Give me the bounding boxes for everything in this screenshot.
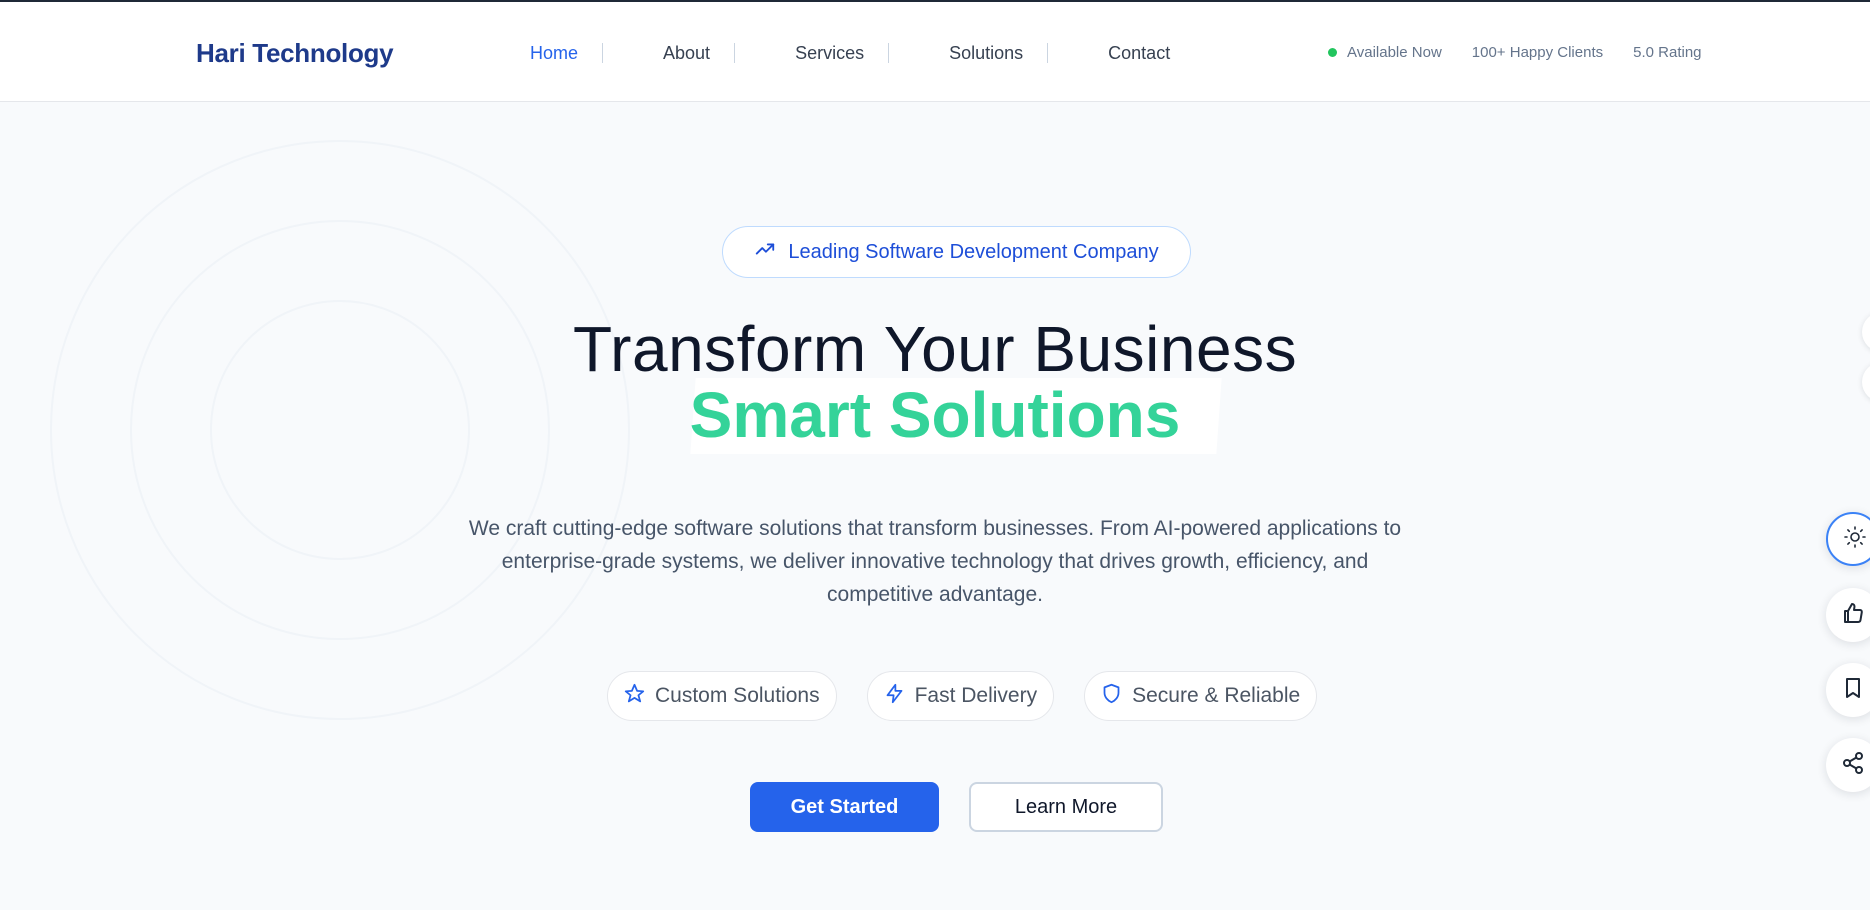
feature-pill-custom-solutions: Custom Solutions [607,671,837,721]
status-bar: Available Now 100+ Happy Clients 5.0 Rat… [1328,44,1702,61]
availability-text: Available Now [1347,44,1442,61]
nav-divider [1047,43,1049,63]
share-icon [1841,751,1865,780]
nav-divider [888,43,890,63]
learn-more-button[interactable]: Learn More [969,782,1163,832]
hero-highlight-title: Smart Solutions [689,379,1181,451]
feature-label: Fast Delivery [914,684,1038,707]
bookmark-button[interactable] [1826,663,1870,717]
brand-logo[interactable]: Hari Technology [196,38,394,69]
online-status-dot [1328,48,1337,57]
feature-label: Custom Solutions [655,684,820,707]
nav-item-contact[interactable]: Contact [1108,42,1170,64]
hero-badge: Leading Software Development Company [722,226,1191,278]
hero-description: We craft cutting-edge software solutions… [468,517,1402,606]
share-button[interactable] [1826,738,1870,792]
nav-item-home[interactable]: Home [530,42,578,64]
nav-item-services[interactable]: Services [795,42,864,64]
feature-label: Secure & Reliable [1132,684,1301,707]
star-icon [624,683,645,710]
happy-clients-text: 100+ Happy Clients [1471,44,1604,61]
bookmark-icon [1841,676,1865,705]
hero-badge-text: Leading Software Development Company [788,240,1159,263]
nav-item-solutions[interactable]: Solutions [949,42,1023,64]
site-header: Hari Technology Home About Services Solu… [0,2,1870,102]
feature-pill-secure-reliable: Secure & Reliable [1084,671,1318,721]
theme-toggle-button[interactable] [1826,512,1870,566]
nav-divider [602,43,604,63]
like-button[interactable] [1826,588,1870,642]
trending-up-icon [754,238,776,266]
lightning-icon [884,683,905,710]
rating-text: 5.0 Rating [1633,44,1702,61]
feature-pills: Custom Solutions Fast Delivery Secure & … [607,671,1318,721]
nav-item-about[interactable]: About [663,42,710,64]
shield-icon [1101,683,1122,710]
main-nav: Home About Services Solutions Contact [530,42,1170,64]
nav-divider [734,43,736,63]
hero-title: Transform Your Business [572,313,1298,385]
sun-icon [1843,525,1867,554]
thumbs-up-icon [1841,601,1865,630]
get-started-button[interactable]: Get Started [750,782,939,832]
feature-pill-fast-delivery: Fast Delivery [866,671,1055,721]
